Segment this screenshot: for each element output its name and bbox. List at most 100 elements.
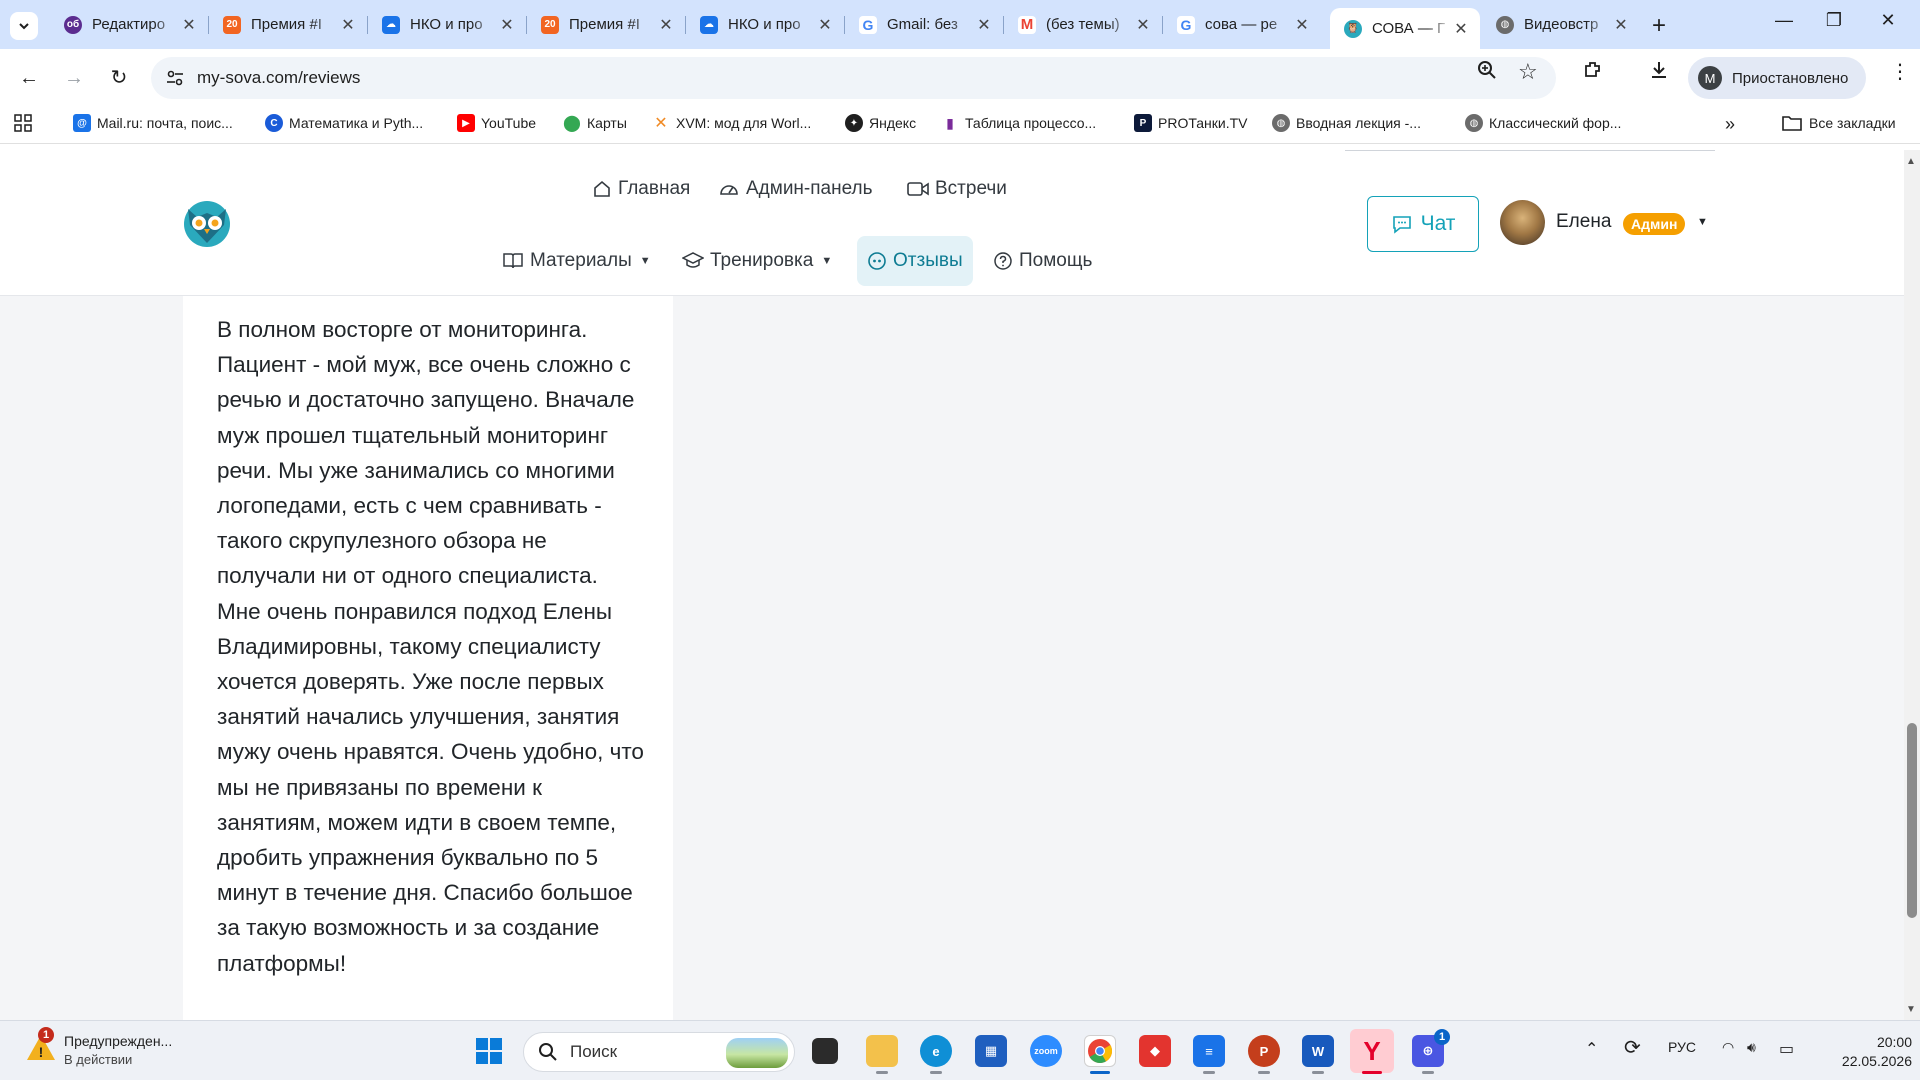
bookmark-item[interactable]: ▮ Таблица процессо... bbox=[941, 114, 1096, 132]
nav-home[interactable]: Главная bbox=[582, 164, 700, 214]
taskbar-search[interactable]: Поиск bbox=[523, 1032, 795, 1072]
google-icon: G bbox=[1177, 15, 1195, 34]
download-icon[interactable] bbox=[1648, 59, 1670, 86]
zoom-icon[interactable] bbox=[1476, 59, 1498, 86]
bookmark-item[interactable]: ▶ YouTube bbox=[457, 114, 536, 132]
close-tab-icon[interactable]: ✕ bbox=[180, 15, 198, 35]
forward-arrow-icon[interactable]: → bbox=[59, 63, 89, 93]
bar-chart-icon: ▮ bbox=[946, 114, 954, 131]
browser-tab[interactable]: 20 Премия #I ✕ bbox=[209, 8, 367, 41]
notification-title[interactable]: Предупрежден... bbox=[64, 1033, 172, 1049]
bookmark-item[interactable]: ✕ XVM: мод для Worl... bbox=[652, 114, 811, 132]
close-window-icon[interactable]: ✕ bbox=[1866, 10, 1910, 31]
browser-tab[interactable]: 20 Премия #I ✕ bbox=[527, 8, 685, 41]
mail-icon: @ bbox=[73, 114, 91, 132]
bookmark-item[interactable]: C Математика и Pyth... bbox=[265, 114, 423, 132]
battery-icon[interactable]: ▭ bbox=[1779, 1039, 1794, 1059]
file-explorer-icon[interactable] bbox=[866, 1035, 898, 1067]
menu-kebab-icon[interactable]: ⋮ bbox=[1890, 59, 1910, 84]
tab-title: Редактиро bbox=[92, 16, 166, 33]
language-indicator[interactable]: РУС bbox=[1668, 1039, 1696, 1055]
scrollbar-thumb[interactable] bbox=[1907, 723, 1917, 918]
browser-tab[interactable]: G Gmail: без ✕ bbox=[845, 8, 1003, 41]
browser-tab[interactable]: M (без темы) ✕ bbox=[1004, 8, 1162, 41]
zoom-app-icon[interactable]: zoom bbox=[1030, 1035, 1062, 1067]
all-bookmarks-label: Все закладки bbox=[1809, 115, 1896, 131]
edge-browser-icon[interactable]: e bbox=[920, 1035, 952, 1067]
tray-chevron-up-icon[interactable]: ⌃ bbox=[1585, 1039, 1598, 1059]
bookmark-item[interactable]: ◍ Классический фор... bbox=[1465, 114, 1621, 132]
nav-admin-panel[interactable]: Админ-панель bbox=[708, 164, 883, 214]
scroll-down-arrow-icon[interactable]: ▼ bbox=[1906, 1004, 1916, 1015]
anydesk-icon[interactable]: ◆ bbox=[1139, 1035, 1171, 1067]
site-settings-icon[interactable] bbox=[165, 68, 185, 88]
user-menu-caret-icon[interactable]: ▼ bbox=[1697, 216, 1708, 228]
apps-grid-icon[interactable] bbox=[14, 114, 32, 132]
chrome-icon[interactable] bbox=[1084, 1035, 1116, 1067]
bookmark-item[interactable]: ✦ Яндекс bbox=[845, 114, 916, 132]
new-tab-button[interactable]: + bbox=[1652, 12, 1666, 40]
close-tab-icon[interactable]: ✕ bbox=[339, 15, 357, 35]
more-bookmarks-icon[interactable]: » bbox=[1725, 114, 1735, 135]
word-icon[interactable]: W bbox=[1302, 1035, 1334, 1067]
address-bar[interactable]: my-sova.com/reviews bbox=[151, 57, 1556, 99]
browser-tab-active[interactable]: 🦉 СОВА — Г ✕ bbox=[1330, 8, 1480, 49]
bookmark-item[interactable]: @ Mail.ru: почта, поис... bbox=[73, 114, 233, 132]
wifi-icon[interactable]: ◠ bbox=[1722, 1039, 1734, 1056]
close-tab-icon[interactable]: ✕ bbox=[498, 15, 516, 35]
close-tab-icon[interactable]: ✕ bbox=[1452, 19, 1470, 39]
all-bookmarks-button[interactable]: Все закладки bbox=[1782, 114, 1896, 132]
nav-meetings[interactable]: Встречи bbox=[897, 164, 1017, 214]
browser-tab[interactable]: об Редактиро ✕ bbox=[50, 8, 208, 41]
bookmark-item[interactable]: P PROТанки.TV bbox=[1134, 114, 1248, 132]
close-tab-icon[interactable]: ✕ bbox=[1612, 15, 1630, 35]
extensions-icon[interactable] bbox=[1582, 59, 1604, 86]
clock-date: 22.05.2026 bbox=[1841, 1053, 1912, 1069]
reload-icon[interactable]: ↻ bbox=[104, 63, 134, 93]
bookmark-star-icon[interactable]: ☆ bbox=[1518, 59, 1538, 85]
nav-materials[interactable]: Материалы ▼ bbox=[492, 236, 661, 286]
browser-tab[interactable]: G сова — ре ✕ bbox=[1163, 8, 1321, 41]
yandex-browser-icon[interactable]: Y bbox=[1350, 1029, 1394, 1073]
chat-button[interactable]: Чат bbox=[1367, 196, 1479, 252]
url-text[interactable]: my-sova.com/reviews bbox=[197, 68, 360, 88]
profile-button[interactable]: M Приостановлено bbox=[1688, 57, 1866, 99]
close-tab-icon[interactable]: ✕ bbox=[816, 15, 834, 35]
close-tab-icon[interactable]: ✕ bbox=[975, 15, 993, 35]
close-tab-icon[interactable]: ✕ bbox=[657, 15, 675, 35]
task-view-icon[interactable] bbox=[812, 1038, 838, 1064]
browser-tab[interactable]: ☁ НКО и про ✕ bbox=[368, 8, 526, 41]
windows-start-icon[interactable] bbox=[473, 1035, 505, 1067]
tab-favicon-icon: 20 bbox=[223, 15, 241, 34]
user-name[interactable]: Елена bbox=[1556, 211, 1611, 233]
sova-owl-logo[interactable] bbox=[180, 195, 234, 249]
scroll-up-arrow-icon[interactable]: ▲ bbox=[1906, 156, 1916, 167]
bookmark-item[interactable]: ◍ Вводная лекция -... bbox=[1272, 114, 1421, 132]
avatar[interactable] bbox=[1500, 200, 1545, 245]
browser-tabstrip: об Редактиро ✕ 20 Премия #I ✕ ☁ НКО и пр… bbox=[0, 0, 1920, 49]
minimize-icon[interactable]: — bbox=[1762, 10, 1806, 31]
back-arrow-icon[interactable]: ← bbox=[14, 63, 44, 93]
notepad-icon[interactable]: ≡ bbox=[1193, 1035, 1225, 1067]
nav-training[interactable]: Тренировка ▼ bbox=[672, 236, 842, 286]
browser-tab[interactable]: ☁ НКО и про ✕ bbox=[686, 8, 844, 41]
bookmark-label: Карты bbox=[587, 115, 627, 131]
nav-help[interactable]: Помощь bbox=[983, 236, 1102, 286]
bookmark-label: PROТанки.TV bbox=[1158, 115, 1248, 131]
gmail-icon: M bbox=[1018, 15, 1036, 34]
restore-icon[interactable]: ❐ bbox=[1812, 10, 1856, 31]
clock[interactable]: 20:00 22.05.2026 bbox=[1820, 1033, 1912, 1071]
powerpoint-icon[interactable]: P bbox=[1248, 1035, 1280, 1067]
close-tab-icon[interactable]: ✕ bbox=[1293, 15, 1311, 35]
nav-reviews[interactable]: Отзывы bbox=[857, 236, 973, 286]
clock-time: 20:00 bbox=[1876, 1034, 1912, 1050]
tab-search-button[interactable] bbox=[10, 12, 38, 40]
bookmark-item[interactable]: ⬤ Карты bbox=[563, 114, 627, 132]
globe-icon: ◍ bbox=[1465, 114, 1483, 132]
browser-tab[interactable]: ◍ Видеовстр ✕ bbox=[1482, 8, 1640, 41]
close-tab-icon[interactable]: ✕ bbox=[1134, 15, 1152, 35]
tab-title: Премия #I bbox=[251, 16, 322, 33]
ms-store-icon[interactable]: ▦ bbox=[975, 1035, 1007, 1067]
volume-icon[interactable]: 🔊︎ bbox=[1747, 1039, 1756, 1056]
sync-icon[interactable]: ⟳ bbox=[1624, 1035, 1641, 1060]
